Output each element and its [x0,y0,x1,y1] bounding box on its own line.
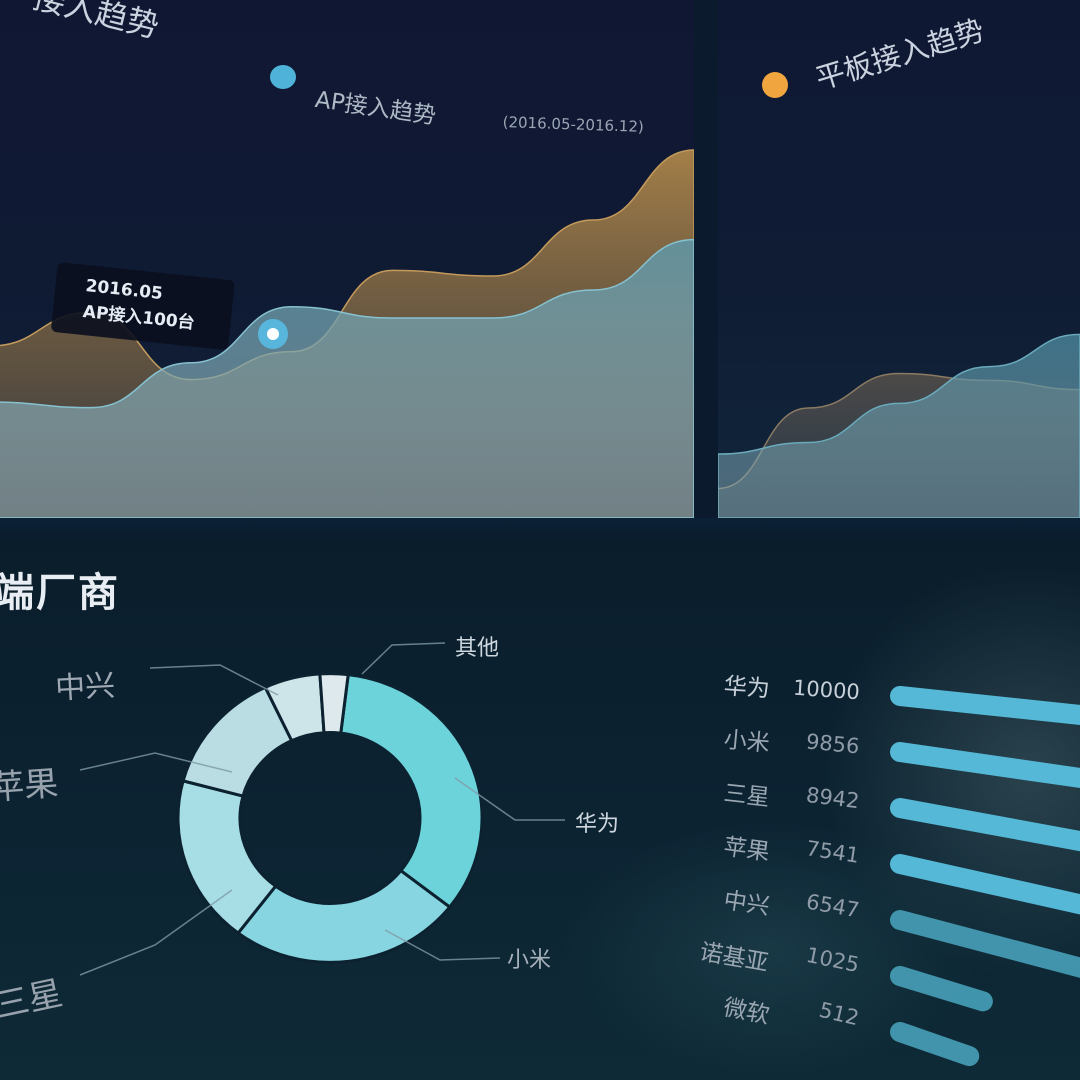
ranking-value: 1025 [804,942,862,978]
ranking-bar [890,1022,980,1067]
ranking-value: 10000 [792,675,861,705]
donut-label-zte: 中兴 [54,668,117,707]
highlight-point-core [267,328,279,340]
tablet-trend-panel: 平板接入趋势 [718,0,1080,518]
ranking-bar [890,798,1080,852]
ap-trend-panel: 接入趋势 AP接入趋势 (2016.05-2016.12) 2016.05 AP… [0,0,694,518]
ranking-bar [890,854,1080,915]
ranking-bar [890,966,993,1012]
ranking-name: 小米 [722,726,771,758]
ranking-name: 中兴 [721,887,772,921]
ranking-name: 华为 [722,673,771,703]
ranking-value: 512 [816,997,862,1031]
ranking-bar [890,910,1080,978]
dashboard-stage: 接入趋势 AP接入趋势 (2016.05-2016.12) 2016.05 AP… [0,0,1080,1080]
ranking-name: 微软 [721,994,772,1030]
tablet-trend-chart [718,333,1080,518]
vendor-ranking-bars [890,686,1080,1067]
donut-label-xiaomi: 小米 [507,948,552,973]
panel-divider [694,0,718,518]
ranking-value: 9856 [804,729,861,759]
ranking-name: 苹果 [722,834,772,866]
ranking-bar [890,742,1080,789]
area-series-teal [718,333,1080,518]
donut-label-other: 其他 [455,636,500,661]
panel-shelf [0,518,1080,540]
donut-slice-0[interactable] [339,672,484,910]
ranking-value: 6547 [804,889,862,923]
ranking-value: 7541 [804,836,861,868]
ranking-name: 三星 [722,780,771,812]
donut-label-apple: 苹果 [0,763,60,809]
ranking-name: 诺基亚 [697,939,771,977]
donut-label-huawei: 华为 [575,812,620,837]
ranking-value: 8942 [804,782,861,814]
ap-trend-chart [0,149,694,518]
ranking-bar [890,686,1080,725]
